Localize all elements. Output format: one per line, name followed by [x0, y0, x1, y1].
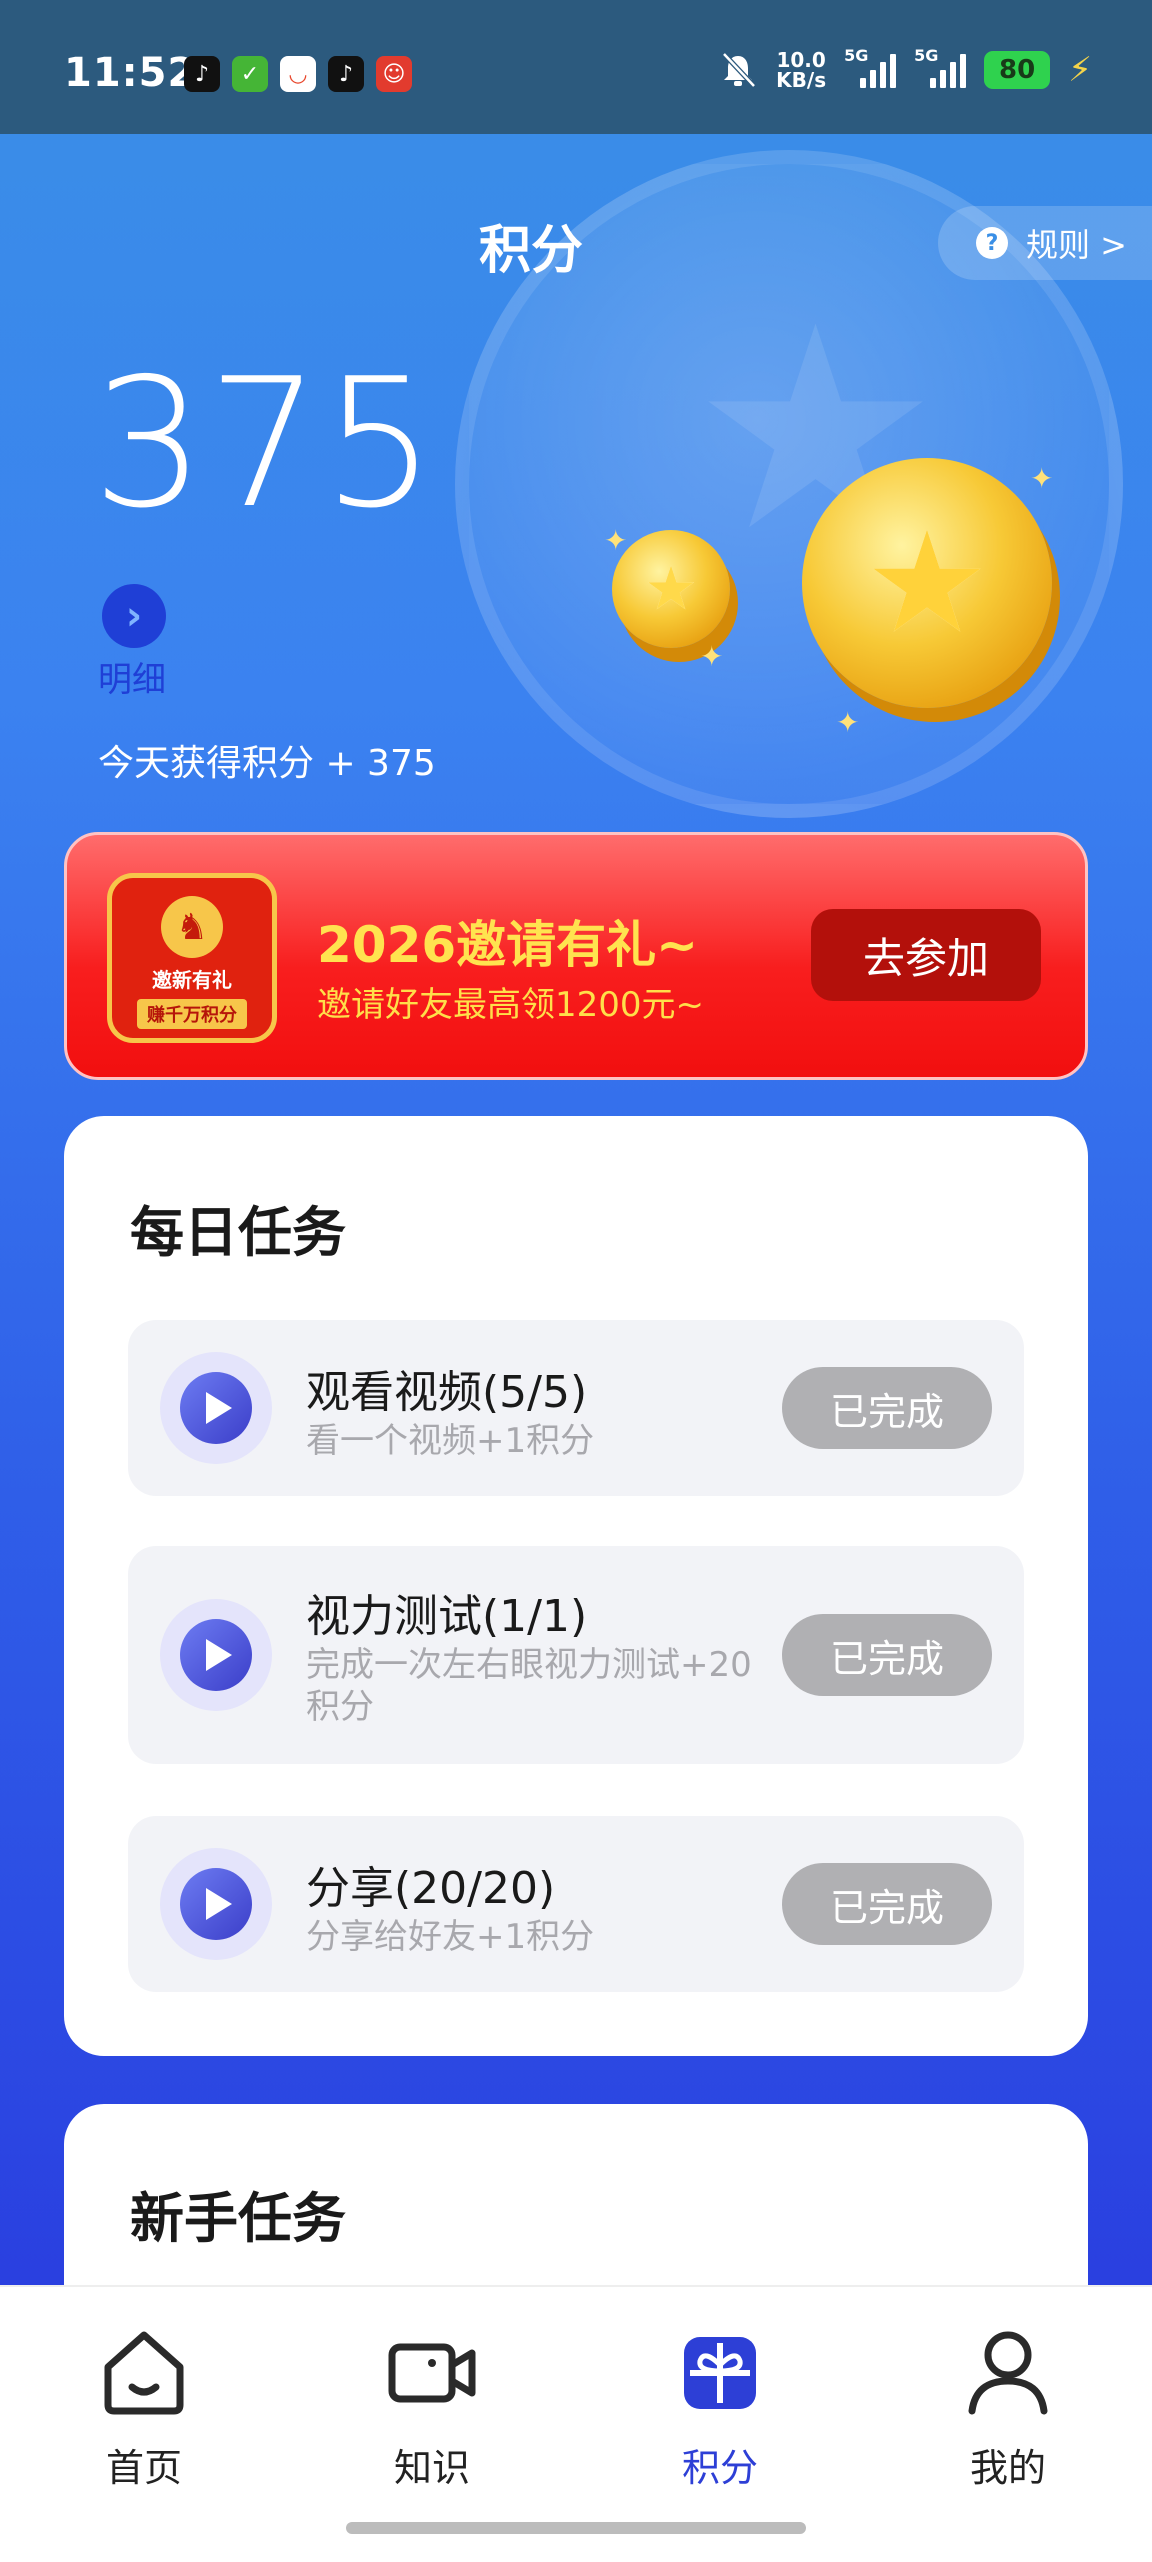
mute-bell-icon: [722, 52, 756, 88]
task-desc: 完成一次左右眼视力测试+20积分: [306, 1645, 752, 1727]
video-camera-icon: [388, 2343, 476, 2403]
sparkle-icon: ✦: [836, 706, 860, 739]
nav-item-mine[interactable]: 我的: [908, 2321, 1108, 2492]
daily-tasks-title: 每日任务: [130, 1201, 346, 1264]
status-right: 10.0 KB/s 5G 5G 80 ⚡: [718, 46, 1092, 90]
nav-item-points[interactable]: 积分: [620, 2321, 820, 2492]
nav-label: 知识: [393, 2446, 470, 2490]
signal-label: 5G: [844, 46, 869, 65]
task-done-button[interactable]: 已完成: [782, 1863, 992, 1945]
status-time: 11:52: [64, 50, 197, 96]
charging-icon: ⚡: [1068, 50, 1092, 90]
net-speed-unit: KB/s: [776, 68, 827, 92]
detail-link[interactable]: 明细: [98, 652, 166, 701]
invite-badge: ♞ 邀新有礼 赚千万积分: [107, 873, 277, 1043]
invite-title: 2026邀请有礼~: [317, 916, 699, 974]
status-bar: 11:52 ♪ ✓ ◡ ♪ ☺ 10.0 KB/s 5G 5G 80 ⚡: [0, 0, 1152, 134]
newbie-tasks-title: 新手任务: [130, 2187, 346, 2250]
home-indicator[interactable]: [346, 2522, 806, 2534]
task-desc: 分享给好友+1积分: [306, 1917, 595, 1957]
invite-subtitle: 邀请好友最高领1200元~: [317, 985, 705, 1025]
join-button[interactable]: 去参加: [811, 909, 1041, 1001]
nav-label: 首页: [105, 2446, 182, 2490]
bottom-nav: 首页 知识 积分 我的: [0, 2285, 1152, 2562]
shopping-app-icon: ◡: [280, 56, 316, 92]
nav-label: 我的: [969, 2446, 1046, 2490]
signal-label: 5G: [914, 46, 939, 65]
user-icon: [968, 2331, 1048, 2415]
sparkle-icon: ✦: [604, 524, 628, 557]
tiktok-icon: ♪: [328, 56, 364, 92]
tiktok-icon: ♪: [184, 56, 220, 92]
page-title: 积分: [478, 221, 583, 281]
sparkle-icon: ✦: [1030, 462, 1054, 495]
invite-banner[interactable]: ♞ 邀新有礼 赚千万积分 2026邀请有礼~ 邀请好友最高领1200元~ 去参加: [64, 832, 1088, 1080]
play-icon: [160, 1848, 272, 1960]
nav-item-home[interactable]: 首页: [44, 2321, 244, 2492]
task-name: 分享(20/20): [306, 1863, 556, 1914]
battery-indicator: 80: [984, 51, 1051, 89]
question-icon: ?: [976, 227, 1008, 259]
task-desc: 看一个视频+1积分: [306, 1421, 595, 1461]
detail-arrow-button[interactable]: ›: [102, 584, 166, 648]
task-item: 分享(20/20) 分享给好友+1积分 已完成: [128, 1816, 1024, 1992]
play-icon: [160, 1352, 272, 1464]
xiaohongshu-icon: ☺: [376, 56, 412, 92]
rules-label: 规则 >: [1026, 226, 1127, 264]
nav-item-knowledge[interactable]: 知识: [332, 2321, 532, 2492]
sparkle-icon: ✦: [700, 640, 724, 673]
task-done-button[interactable]: 已完成: [782, 1614, 992, 1696]
badge-subtitle: 赚千万积分: [137, 999, 247, 1029]
signal-icon: 5G: [914, 46, 967, 88]
checklist-app-icon: ✓: [232, 56, 268, 92]
gift-icon: [684, 2337, 756, 2409]
rules-button[interactable]: ? 规则 >: [938, 206, 1152, 280]
today-points-text: 今天获得积分 + 375: [98, 743, 436, 784]
daily-tasks-card: 每日任务 观看视频(5/5) 看一个视频+1积分 已完成 视力测试(1/1) 完…: [64, 1116, 1088, 2056]
network-speed: 10.0 KB/s: [776, 50, 826, 90]
notification-icons: ♪ ✓ ◡ ♪ ☺: [184, 56, 412, 92]
signal-icon: 5G: [844, 46, 897, 88]
nav-label: 积分: [681, 2446, 758, 2490]
horse-logo-icon: ♞: [161, 896, 223, 958]
net-speed-value: 10.0: [776, 48, 826, 72]
task-done-button[interactable]: 已完成: [782, 1367, 992, 1449]
points-total: 375: [92, 340, 438, 547]
task-name: 视力测试(1/1): [306, 1591, 588, 1642]
task-item: 视力测试(1/1) 完成一次左右眼视力测试+20积分 已完成: [128, 1546, 1024, 1764]
small-gold-coin-icon: ★: [612, 530, 730, 648]
large-gold-coin-icon: ★: [802, 458, 1052, 708]
home-icon: [104, 2331, 184, 2415]
task-item: 观看视频(5/5) 看一个视频+1积分 已完成: [128, 1320, 1024, 1496]
task-name: 观看视频(5/5): [306, 1367, 588, 1418]
badge-title: 邀新有礼: [152, 968, 232, 992]
play-icon: [160, 1599, 272, 1711]
